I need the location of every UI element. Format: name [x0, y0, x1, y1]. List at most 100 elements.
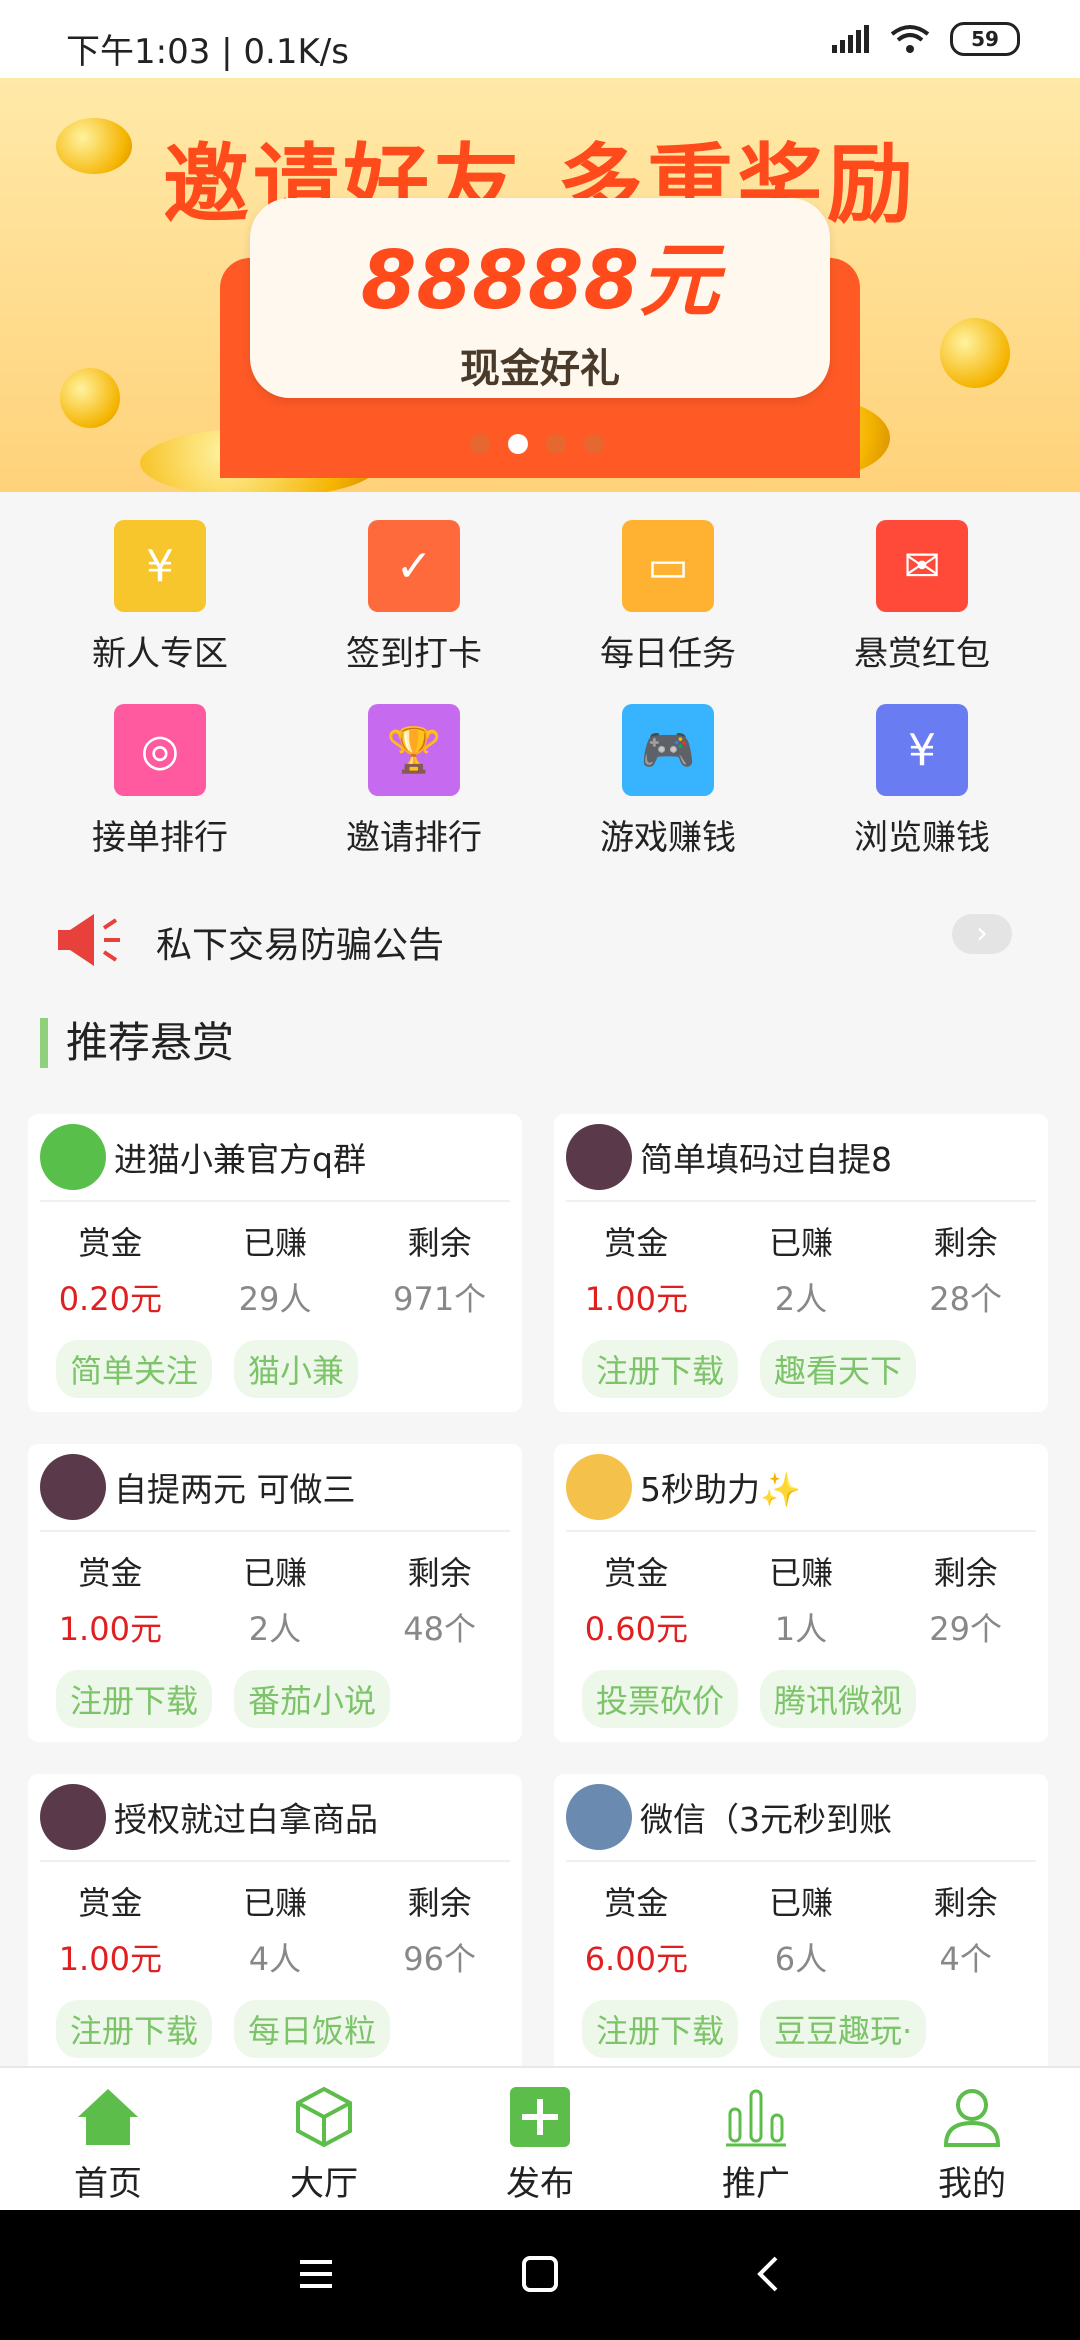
earned-value: 2人 [248, 1610, 302, 1648]
notice-more-button[interactable]: › [952, 914, 1012, 954]
task-name: 5秒助力✨ [640, 1470, 802, 1509]
grid-item-browse-earn[interactable]: ¥ 浏览赚钱 [822, 704, 1022, 859]
back-icon[interactable] [748, 2254, 788, 2294]
bars-icon [721, 2082, 791, 2152]
remaining-value: 48个 [403, 1610, 476, 1648]
banner-amount: 88888元 [360, 234, 720, 327]
indicator-dot [470, 434, 490, 454]
grid-item-checkin[interactable]: ✓ 签到打卡 [314, 520, 514, 675]
task-name: 微信（3元秒到账 [640, 1800, 892, 1839]
system-nav-bar [0, 2210, 1080, 2340]
earned-value: 4人 [248, 1940, 302, 1978]
section-title: 推荐悬赏 [40, 1018, 234, 1068]
status-bar: 下午1:03 | 0.1K/s 59 [0, 0, 1080, 78]
task-icon: ▭ [622, 520, 714, 612]
task-card[interactable]: 自提两元 可做三 赏金 1.00元 已赚 2人 剩余 48个 注册下载 番茄小说 [28, 1444, 522, 1742]
task-card[interactable]: 进猫小兼官方q群 赏金 0.20元 已赚 29人 剩余 971个 简单关注 猫小兼 [28, 1114, 522, 1412]
task-avatar [40, 1784, 106, 1850]
remaining-value: 28个 [929, 1280, 1002, 1318]
indicator-dot-active [508, 434, 528, 454]
task-tag: 每日饭粒 [234, 2000, 391, 2058]
task-name: 授权就过白拿商品 [114, 1800, 378, 1839]
earned-label: 已赚 [768, 1884, 833, 1922]
envelope-icon: ✉ [876, 520, 968, 612]
tab-hall[interactable]: 大厅 [254, 2082, 394, 2205]
remaining-label: 剩余 [407, 1224, 472, 1262]
task-card[interactable]: 微信（3元秒到账 赏金 6.00元 已赚 6人 剩余 4个 注册下载 豆豆趣玩· [554, 1774, 1048, 2072]
grid-label: 每日任务 [600, 634, 736, 674]
task-card[interactable]: 简单填码过自提8 赏金 1.00元 已赚 2人 剩余 28个 注册下载 趣看天下 [554, 1114, 1048, 1412]
banner-indicator [470, 434, 604, 454]
earned-label: 已赚 [242, 1884, 307, 1922]
gamepad-icon: 🎮 [622, 704, 714, 796]
battery-icon: 59 [950, 22, 1020, 56]
grid-item-red-packet[interactable]: ✉ 悬赏红包 [822, 520, 1022, 675]
task-card[interactable]: 授权就过白拿商品 赏金 1.00元 已赚 4人 剩余 96个 注册下载 每日饭粒 [28, 1774, 522, 2072]
status-time-speed: 下午1:03 | 0.1K/s [66, 32, 349, 72]
tab-mine[interactable]: 我的 [902, 2082, 1042, 2205]
money-bag-icon: ¥ [114, 520, 206, 612]
status-icons: 59 [830, 22, 1020, 56]
task-tag: 腾讯微视 [760, 1670, 917, 1728]
tab-home[interactable]: 首页 [38, 2082, 178, 2205]
tab-label: 推广 [722, 2164, 790, 2204]
promo-banner[interactable]: 邀请好友 多重奖励 88888元 现金好礼 [0, 78, 1080, 492]
home-icon [73, 2082, 143, 2152]
notice-text: 私下交易防骗公告 [156, 925, 445, 966]
grid-label: 接单排行 [92, 818, 228, 858]
task-tag: 注册下载 [56, 2000, 213, 2058]
grid-label: 悬赏红包 [854, 634, 990, 674]
earned-label: 已赚 [768, 1224, 833, 1262]
bottom-tab-bar: 首页 大厅 发布 推广 我的 [0, 2066, 1080, 2212]
remaining-value: 971个 [393, 1280, 487, 1318]
grid-item-game-earn[interactable]: 🎮 游戏赚钱 [568, 704, 768, 859]
earned-value: 1人 [774, 1610, 828, 1648]
banner-subtitle: 现金好礼 [460, 346, 620, 392]
signal-icon [832, 25, 869, 53]
task-name: 进猫小兼官方q群 [114, 1140, 366, 1179]
tab-publish[interactable]: 发布 [470, 2082, 610, 2205]
grid-item-daily-task[interactable]: ▭ 每日任务 [568, 520, 768, 675]
task-avatar [566, 1454, 632, 1520]
task-card[interactable]: 5秒助力✨ 赏金 0.60元 已赚 1人 剩余 29个 投票砍价 腾讯微视 [554, 1444, 1048, 1742]
reward-label: 赏金 [78, 1554, 143, 1592]
tab-promote[interactable]: 推广 [686, 2082, 826, 2205]
calendar-icon: ✓ [368, 520, 460, 612]
task-tag: 猫小兼 [234, 1340, 359, 1398]
remaining-label: 剩余 [933, 1884, 998, 1922]
grid-item-order-rank[interactable]: ◎ 接单排行 [60, 704, 260, 859]
tab-label: 大厅 [290, 2164, 358, 2204]
remaining-value: 4个 [939, 1940, 992, 1978]
home-square-icon[interactable] [520, 2254, 560, 2294]
tab-label: 我的 [938, 2164, 1006, 2204]
reward-value: 0.60元 [584, 1610, 688, 1648]
banner-card: 88888元 现金好礼 [250, 198, 830, 398]
indicator-dot [584, 434, 604, 454]
task-tag: 简单关注 [56, 1340, 213, 1398]
grid-item-newbie[interactable]: ¥ 新人专区 [60, 520, 260, 675]
reward-label: 赏金 [78, 1884, 143, 1922]
task-avatar [566, 1124, 632, 1190]
grid-item-invite-rank[interactable]: 🏆 邀请排行 [314, 704, 514, 859]
remaining-label: 剩余 [407, 1554, 472, 1592]
menu-icon[interactable] [296, 2254, 336, 2294]
remaining-label: 剩余 [933, 1224, 998, 1262]
tab-label: 首页 [74, 2164, 142, 2204]
tab-label: 发布 [506, 2164, 574, 2204]
task-tag: 注册下载 [582, 2000, 739, 2058]
grid-label: 邀请排行 [346, 818, 482, 858]
earned-label: 已赚 [242, 1554, 307, 1592]
remaining-label: 剩余 [933, 1554, 998, 1592]
earned-label: 已赚 [768, 1554, 833, 1592]
medal-icon: ◎ [114, 704, 206, 796]
remaining-value: 96个 [403, 1940, 476, 1978]
reward-value: 6.00元 [584, 1940, 688, 1978]
task-tag: 投票砍价 [582, 1670, 739, 1728]
task-avatar [566, 1784, 632, 1850]
task-tag: 趣看天下 [760, 1340, 917, 1398]
earned-label: 已赚 [242, 1224, 307, 1262]
task-name: 自提两元 可做三 [114, 1470, 356, 1509]
user-icon [937, 2082, 1007, 2152]
task-tag: 番茄小说 [234, 1670, 391, 1728]
notice-bar[interactable]: 私下交易防骗公告 › [0, 896, 1080, 986]
